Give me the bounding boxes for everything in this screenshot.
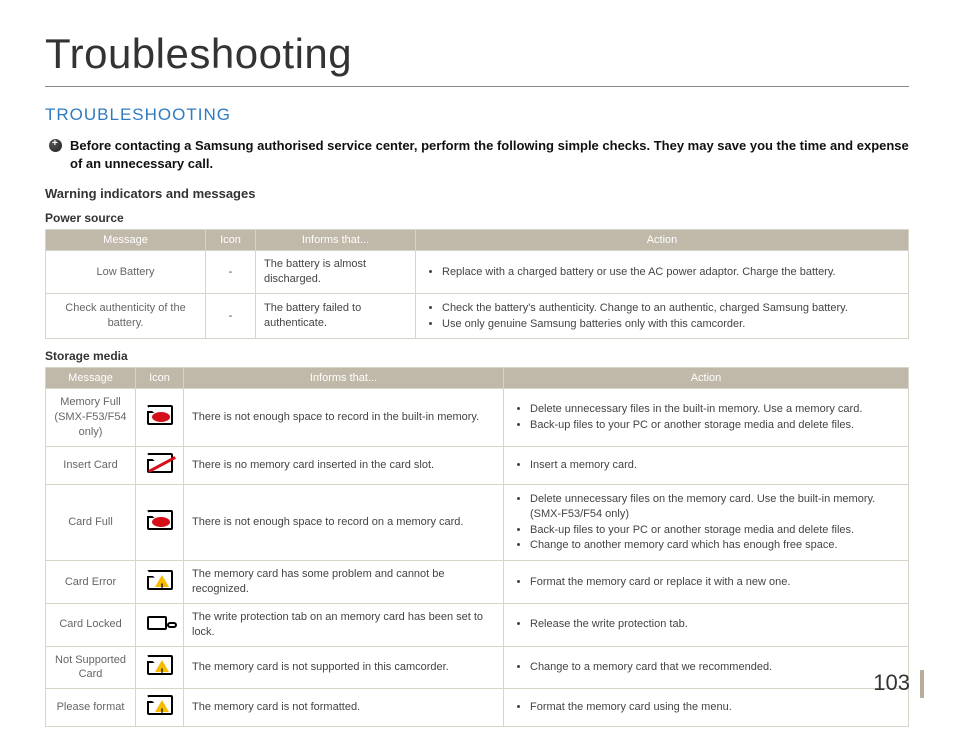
- action-item: Check the battery's authenticity. Change…: [442, 301, 900, 316]
- action-item: Replace with a charged battery or use th…: [442, 265, 900, 280]
- informs-cell: The write protection tab on an memory ca…: [184, 603, 504, 646]
- not-supported-card-icon: !: [147, 655, 173, 675]
- section-heading: TROUBLESHOOTING: [45, 105, 909, 125]
- table-row: Insert Card There is no memory card inse…: [46, 447, 909, 485]
- action-item: Insert a memory card.: [530, 458, 900, 473]
- action-item: Back-up files to your PC or another stor…: [530, 418, 900, 433]
- icon-cell: !: [136, 689, 184, 727]
- message-cell: Card Locked: [46, 603, 136, 646]
- action-cell: Delete unnecessary files in the built-in…: [504, 389, 909, 447]
- table-row: Please format ! The memory card is not f…: [46, 689, 909, 727]
- card-error-icon: !: [147, 570, 173, 590]
- message-cell: Card Error: [46, 561, 136, 604]
- informs-cell: There is not enough space to record in t…: [184, 389, 504, 447]
- action-item: Back-up files to your PC or another stor…: [530, 523, 900, 538]
- informs-cell: The memory card is not formatted.: [184, 689, 504, 727]
- memory-full-icon: [147, 405, 173, 425]
- sub-heading: Warning indicators and messages: [45, 186, 909, 201]
- message-cell: Not Supported Card: [46, 646, 136, 689]
- icon-cell: [136, 484, 184, 560]
- action-cell: Insert a memory card.: [504, 447, 909, 485]
- action-item: Delete unnecessary files in the built-in…: [530, 402, 900, 417]
- action-cell: Format the memory card or replace it wit…: [504, 561, 909, 604]
- informs-cell: The battery failed to authenticate.: [256, 293, 416, 339]
- col-icon: Icon: [136, 368, 184, 389]
- page-number: 103: [873, 670, 924, 698]
- col-informs: Informs that...: [184, 368, 504, 389]
- icon-cell: !: [136, 561, 184, 604]
- action-cell: Change to a memory card that we recommen…: [504, 646, 909, 689]
- action-item: Format the memory card using the menu.: [530, 700, 900, 715]
- action-cell: Check the battery's authenticity. Change…: [416, 293, 909, 339]
- card-full-icon: [147, 510, 173, 530]
- power-group-label: Power source: [45, 211, 909, 225]
- message-cell: Memory Full (SMX-F53/F54 only): [46, 389, 136, 447]
- table-row: Low Battery - The battery is almost disc…: [46, 251, 909, 294]
- action-item: Format the memory card or replace it wit…: [530, 575, 900, 590]
- col-message: Message: [46, 368, 136, 389]
- informs-cell: The memory card is not supported in this…: [184, 646, 504, 689]
- informs-cell: The memory card has some problem and can…: [184, 561, 504, 604]
- icon-cell: [136, 389, 184, 447]
- col-message: Message: [46, 230, 206, 251]
- icon-cell: [136, 603, 184, 646]
- title-rule: [45, 86, 909, 87]
- message-cell: Insert Card: [46, 447, 136, 485]
- table-row: Not Supported Card ! The memory card is …: [46, 646, 909, 689]
- table-row: Memory Full (SMX-F53/F54 only) There is …: [46, 389, 909, 447]
- power-table: Message Icon Informs that... Action Low …: [45, 229, 909, 339]
- action-cell: Release the write protection tab.: [504, 603, 909, 646]
- col-action: Action: [416, 230, 909, 251]
- storage-table: Message Icon Informs that... Action Memo…: [45, 367, 909, 727]
- insert-card-icon: [147, 453, 173, 473]
- icon-cell: -: [206, 293, 256, 339]
- col-action: Action: [504, 368, 909, 389]
- please-format-icon: !: [147, 695, 173, 715]
- action-item: Delete unnecessary files on the memory c…: [530, 492, 900, 522]
- icon-cell: -: [206, 251, 256, 294]
- icon-cell: [136, 447, 184, 485]
- informs-cell: There is no memory card inserted in the …: [184, 447, 504, 485]
- action-item: Use only genuine Samsung batteries only …: [442, 317, 900, 332]
- card-locked-icon: [147, 612, 173, 632]
- storage-group-label: Storage media: [45, 349, 909, 363]
- message-cell: Card Full: [46, 484, 136, 560]
- action-cell: Replace with a charged battery or use th…: [416, 251, 909, 294]
- col-icon: Icon: [206, 230, 256, 251]
- table-header-row: Message Icon Informs that... Action: [46, 230, 909, 251]
- intro-bullet-icon: [49, 139, 62, 152]
- intro-text: Before contacting a Samsung authorised s…: [70, 137, 909, 172]
- action-cell: Delete unnecessary files on the memory c…: [504, 484, 909, 560]
- page-title: Troubleshooting: [45, 30, 909, 78]
- action-item: Change to another memory card which has …: [530, 538, 900, 553]
- action-item: Change to a memory card that we recommen…: [530, 660, 900, 675]
- action-item: Release the write protection tab.: [530, 617, 900, 632]
- table-row: Check authenticity of the battery. - The…: [46, 293, 909, 339]
- icon-cell: !: [136, 646, 184, 689]
- informs-cell: There is not enough space to record on a…: [184, 484, 504, 560]
- action-cell: Format the memory card using the menu.: [504, 689, 909, 727]
- message-cell: Low Battery: [46, 251, 206, 294]
- table-row: Card Error ! The memory card has some pr…: [46, 561, 909, 604]
- message-cell: Check authenticity of the battery.: [46, 293, 206, 339]
- col-informs: Informs that...: [256, 230, 416, 251]
- table-header-row: Message Icon Informs that... Action: [46, 368, 909, 389]
- table-row: Card Locked The write protection tab on …: [46, 603, 909, 646]
- intro-row: Before contacting a Samsung authorised s…: [45, 137, 909, 172]
- message-cell: Please format: [46, 689, 136, 727]
- table-row: Card Full There is not enough space to r…: [46, 484, 909, 560]
- informs-cell: The battery is almost discharged.: [256, 251, 416, 294]
